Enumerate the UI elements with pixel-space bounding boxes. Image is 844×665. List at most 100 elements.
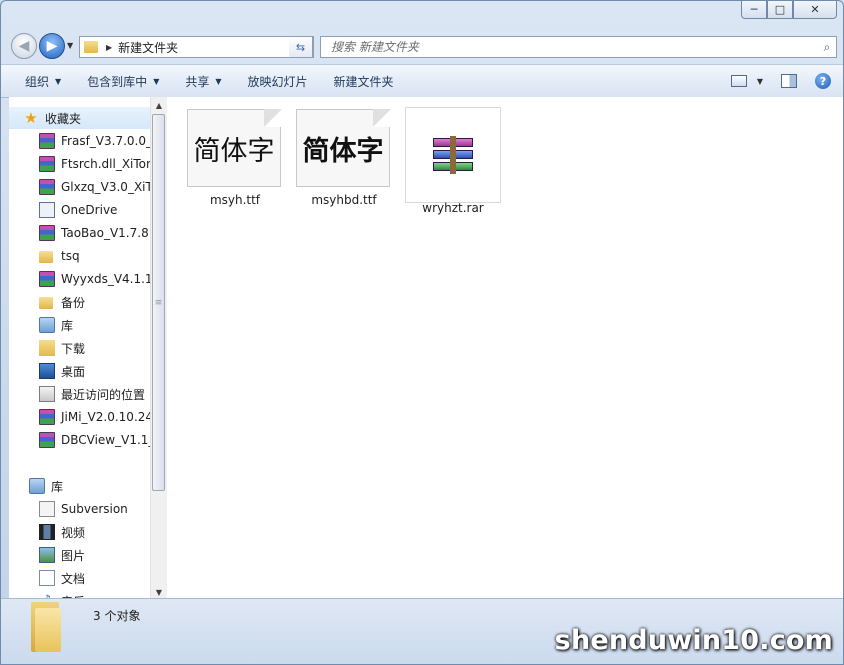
sidebar-item-tsq[interactable]: tsq (39, 245, 80, 267)
sidebar-item-label: 文档 (61, 571, 86, 586)
sidebar-item-pictures[interactable]: 图片 (39, 544, 85, 566)
sidebar-item-label: Ftsrch.dll_XiTon (61, 157, 154, 171)
library-icon (29, 478, 45, 494)
scrollbar-thumb[interactable]: ≡ (152, 114, 165, 491)
sidebar-item-label: Wyyxds_V4.1.1. (61, 272, 157, 286)
font-thumbnail: 简体字 (187, 107, 283, 203)
include-in-library-label: 包含到库中 (87, 74, 148, 89)
sidebar-item-label: 下载 (61, 341, 86, 356)
include-in-library-menu[interactable]: 包含到库中 ▼ (74, 68, 172, 94)
file-item-wryhzt[interactable]: wryhzt.rar (405, 107, 501, 215)
rar-thumbnail (405, 107, 501, 203)
back-arrow-icon: ◀ (18, 38, 30, 54)
file-item-msyh[interactable]: 简体字 msyh.ttf (187, 107, 283, 207)
forward-button[interactable]: ▶ (39, 33, 65, 59)
sidebar-item-dbcview[interactable]: DBCView_V1.1_ (39, 429, 154, 451)
view-options-dropdown[interactable]: ▼ (757, 70, 763, 92)
folder-icon (39, 251, 53, 263)
chevron-down-icon: ▼ (215, 76, 222, 86)
sidebar-item-frasf[interactable]: Frasf_V3.7.0.0_X (39, 130, 160, 152)
preview-pane-icon (781, 74, 797, 88)
scroll-up-arrow-icon[interactable]: ▲ (151, 97, 167, 113)
sidebar-item-videos[interactable]: 视频 (39, 521, 85, 543)
sidebar-item-library-shortcut[interactable]: 库 (39, 314, 73, 336)
sidebar-item-onedrive[interactable]: OneDrive (39, 199, 117, 221)
organize-menu[interactable]: 组织 ▼ (1, 68, 74, 94)
library-icon (39, 317, 55, 333)
file-name: wryhzt.rar (422, 201, 484, 215)
search-icon[interactable]: ⌕ (818, 40, 836, 55)
sidebar-item-backup[interactable]: 备份 (39, 291, 85, 313)
recent-places-icon (39, 386, 55, 402)
address-text[interactable]: 新建文件夹 (118, 39, 297, 56)
folder-icon (31, 602, 61, 652)
file-list[interactable]: 简体字 msyh.ttf 简体字 msyhbd.ttf wryhzt.rar (167, 97, 843, 600)
font-preview-text: 简体字 (193, 135, 275, 167)
help-icon: ? (815, 73, 831, 89)
navigation-pane-scrollbar[interactable]: ▲ ≡ ▼ (150, 97, 167, 600)
sidebar-item-label: TaoBao_V1.7.8. (61, 226, 153, 240)
refresh-button[interactable]: ⇆ (289, 36, 313, 58)
sidebar-item-label: Frasf_V3.7.0.0_X (61, 134, 161, 148)
recent-pages-dropdown[interactable]: ▼ (67, 41, 73, 50)
change-view-button[interactable] (730, 70, 747, 92)
file-item-msyhbd[interactable]: 简体字 msyhbd.ttf (296, 107, 392, 207)
folder-icon (39, 297, 53, 309)
sidebar-item-desktop[interactable]: 桌面 (39, 360, 85, 382)
sidebar-item-label: 库 (61, 318, 74, 333)
close-button[interactable]: ✕ (793, 1, 837, 19)
search-box[interactable]: ⌕ (320, 36, 837, 58)
sidebar-item-label: JiMi_V2.0.10.24_ (61, 410, 160, 424)
new-folder-label: 新建文件夹 (333, 74, 394, 89)
navigation-pane: ★ 收藏夹 Frasf_V3.7.0.0_X Ftsrch.dll_XiTon … (9, 97, 167, 600)
page-fold-icon (264, 109, 282, 127)
maximize-button[interactable]: □ (767, 1, 793, 19)
subversion-icon (39, 501, 55, 517)
grip-icon: ≡ (154, 297, 163, 308)
item-count: 3 个对象 (93, 609, 141, 623)
sidebar-item-wyyxds[interactable]: Wyyxds_V4.1.1. (39, 268, 156, 290)
chevron-down-icon: ▼ (55, 76, 62, 86)
folder-icon (84, 41, 98, 53)
slideshow-button[interactable]: 放映幻灯片 (235, 68, 321, 94)
help-button[interactable]: ? (815, 70, 831, 92)
sidebar-item-label: OneDrive (61, 203, 118, 217)
sidebar-item-label: 最近访问的位置 (61, 387, 146, 402)
slideshow-label: 放映幻灯片 (247, 74, 308, 89)
preview-pane-button[interactable] (781, 70, 797, 92)
sidebar-item-recent-places[interactable]: 最近访问的位置 (39, 383, 145, 405)
sidebar-item-documents[interactable]: 文档 (39, 567, 85, 589)
sidebar-item-label: DBCView_V1.1_ (61, 433, 155, 447)
sidebar-libraries-header[interactable]: 库 (29, 475, 63, 497)
explorer-window: ─ □ ✕ ◀ ▶ ▼ ▶ 新建文件夹 ▼ ⇆ ⌕ 组织 ▼ 包含到库中 ▼ 共享 ▼… (0, 0, 844, 665)
sidebar-favorites-header[interactable]: ★ 收藏夹 (9, 107, 158, 129)
rar-icon (39, 271, 55, 287)
sidebar-item-taobao[interactable]: TaoBao_V1.7.8. (39, 222, 153, 244)
sidebar-item-label: 视频 (61, 525, 86, 540)
sidebar-item-jimi[interactable]: JiMi_V2.0.10.24_ (39, 406, 159, 428)
rar-icon (39, 409, 55, 425)
new-folder-button[interactable]: 新建文件夹 (321, 68, 407, 94)
rar-icon (39, 133, 55, 149)
minimize-icon: ─ (750, 3, 758, 16)
sidebar-item-ftsrch[interactable]: Ftsrch.dll_XiTon (39, 153, 154, 175)
search-input[interactable] (329, 39, 818, 55)
rar-icon (39, 156, 55, 172)
pictures-icon (39, 547, 55, 563)
breadcrumb-chevron-icon[interactable]: ▶ (106, 43, 112, 52)
page-fold-icon (373, 109, 391, 127)
maximize-icon: □ (774, 3, 786, 16)
rar-belt (450, 136, 456, 174)
favorites-label: 收藏夹 (45, 111, 82, 126)
forward-arrow-icon: ▶ (46, 38, 58, 54)
sidebar-item-label: tsq (61, 249, 80, 263)
share-menu[interactable]: 共享 ▼ (172, 68, 234, 94)
view-icon (730, 75, 747, 87)
minimize-button[interactable]: ─ (741, 1, 767, 19)
back-button[interactable]: ◀ (11, 33, 37, 59)
sidebar-item-downloads[interactable]: 下载 (39, 337, 85, 359)
sidebar-item-glxzq[interactable]: Glxzq_V3.0_XiTo (39, 176, 158, 198)
close-icon: ✕ (810, 3, 820, 16)
address-bar[interactable]: ▶ 新建文件夹 ▼ (79, 36, 314, 58)
sidebar-item-subversion[interactable]: Subversion (39, 498, 128, 520)
